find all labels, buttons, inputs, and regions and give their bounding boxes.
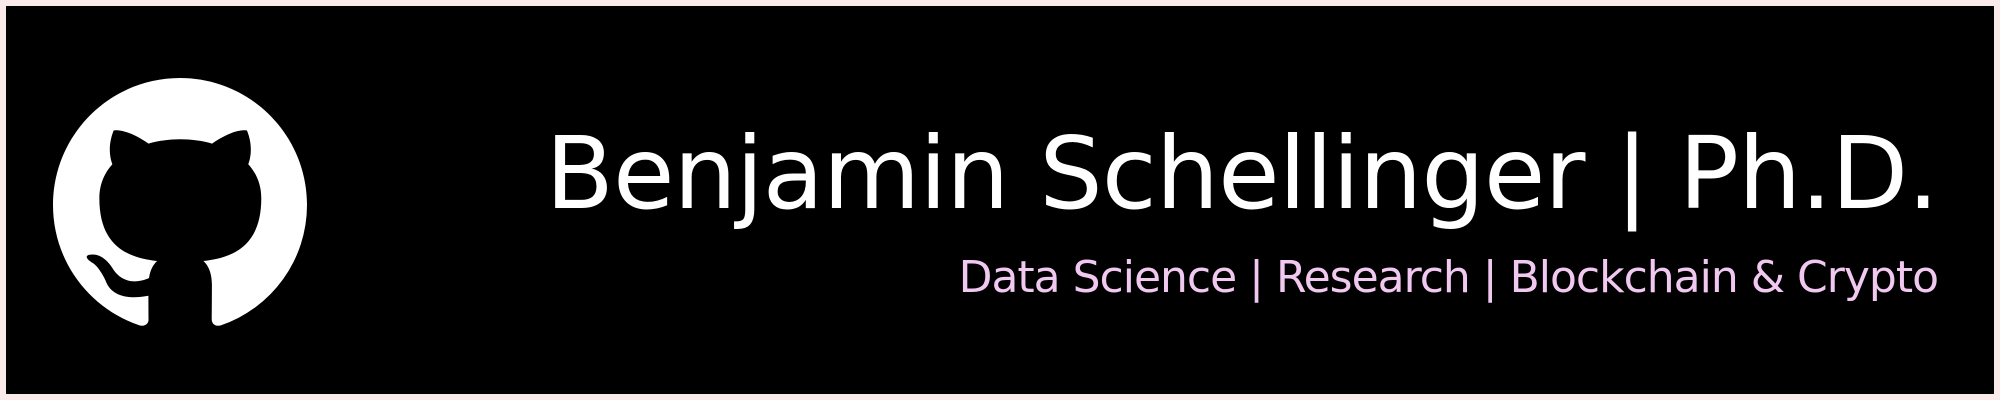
banner-subtitle: Data Science | Research | Blockchain & C… xyxy=(958,252,1939,303)
profile-banner: Benjamin Schellinger | Ph.D. Data Scienc… xyxy=(6,6,1994,394)
github-icon[interactable] xyxy=(53,78,307,332)
banner-title: Benjamin Schellinger | Ph.D. xyxy=(545,115,1939,232)
github-octocat-icon xyxy=(53,78,307,326)
